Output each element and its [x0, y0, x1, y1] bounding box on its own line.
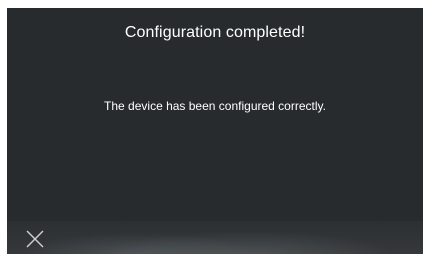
bottom-bar [7, 221, 423, 254]
close-button[interactable] [25, 229, 45, 249]
dialog-title: Configuration completed! [124, 24, 306, 41]
device-screen: Configuration completed! The device has … [7, 8, 423, 254]
close-icon [25, 229, 45, 249]
dialog-message: The device has been configured correctly… [104, 99, 326, 113]
